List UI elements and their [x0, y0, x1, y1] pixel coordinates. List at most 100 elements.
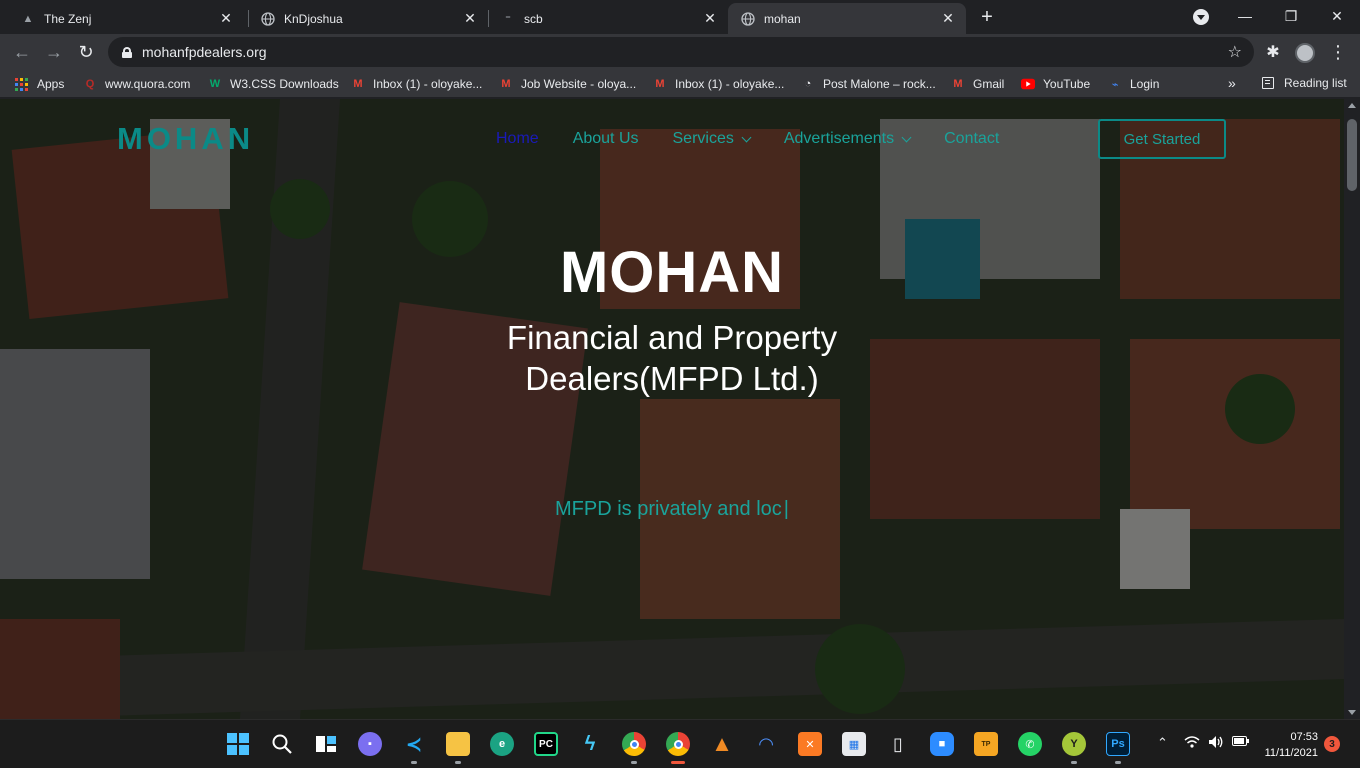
close-icon[interactable]: ✕ — [460, 9, 480, 29]
nav-advertisements[interactable]: Advertisements — [783, 130, 912, 148]
tab-title: mohan — [764, 11, 801, 26]
zenj-favicon: ▲ — [22, 12, 34, 25]
back-arrow-icon[interactable]: ← — [8, 38, 36, 66]
battery-icon[interactable] — [1232, 735, 1250, 750]
lock-icon[interactable] — [122, 46, 132, 58]
page-scrollbar[interactable] — [1344, 99, 1360, 719]
photoshop-icon[interactable]: Ps — [1106, 732, 1130, 756]
restore-button[interactable]: ❐ — [1268, 0, 1314, 32]
bookmark-quora[interactable]: Q www.quora.com — [83, 76, 191, 92]
close-icon[interactable]: ✕ — [216, 9, 236, 29]
bookmark-label: Login — [1130, 77, 1160, 91]
nav-label: Home — [496, 130, 539, 147]
bookmark-inbox-2[interactable]: M Inbox (1) - oloyake... — [653, 76, 784, 92]
tab-scb[interactable]: ⁼ scb ✕ — [488, 3, 728, 34]
scroll-down-arrow-icon[interactable] — [1348, 710, 1356, 715]
bookmark-post-malone[interactable]: ◔ Post Malone – rock... — [801, 76, 936, 92]
tab-kndjoshua[interactable]: KnDjoshua ✕ — [248, 3, 488, 34]
phone-link-icon[interactable]: ▯ — [886, 732, 910, 756]
file-explorer-icon[interactable] — [446, 732, 470, 756]
browser-toolbar: ← → ↻ mohanfpdealers.org ☆ ✱ ⋮ — [0, 34, 1360, 70]
bookmark-label: Post Malone – rock... — [823, 77, 936, 91]
login-icon: ⌁ — [1111, 78, 1119, 91]
minimize-button[interactable]: — — [1222, 0, 1268, 32]
android-icon[interactable]: Y — [1062, 732, 1086, 756]
nav-home[interactable]: Home — [496, 130, 539, 148]
xampp-icon[interactable]: ✕ — [798, 732, 822, 756]
bookmarks-overflow-button[interactable]: » — [1228, 75, 1236, 91]
store-icon[interactable]: ▦ — [842, 732, 866, 756]
bookmark-w3css[interactable]: W W3.CSS Downloads — [208, 76, 339, 92]
bookmark-label: W3.CSS Downloads — [230, 77, 339, 91]
new-tab-button[interactable]: + — [975, 5, 999, 29]
windows-start-icon[interactable] — [226, 732, 250, 756]
bookmark-login[interactable]: ⌁ Login — [1108, 76, 1160, 92]
get-started-button[interactable]: Get Started — [1098, 119, 1226, 159]
bookmark-label: www.quora.com — [105, 77, 191, 91]
running-indicator — [455, 761, 461, 764]
chat-icon[interactable]: ▪ — [358, 732, 382, 756]
pycharm-icon[interactable]: PC — [534, 732, 558, 756]
bookmark-gmail[interactable]: M Gmail — [951, 76, 1004, 92]
globe-icon — [740, 11, 756, 27]
typing-practice-icon[interactable]: TP — [974, 732, 998, 756]
menu-kebab-icon[interactable]: ⋮ — [1324, 38, 1352, 66]
chevron-up-icon[interactable]: ⌃ — [1157, 735, 1168, 751]
site-logo[interactable]: MOHAN — [117, 121, 254, 157]
whatsapp-icon[interactable]: ✆ — [1018, 732, 1042, 756]
reading-list-button[interactable]: Reading list — [1262, 76, 1347, 90]
main-navigation: Home About Us Services Advertisements Co… — [496, 130, 1033, 148]
close-icon[interactable]: ✕ — [700, 9, 720, 29]
nav-label: Contact — [944, 130, 1000, 147]
volume-icon[interactable] — [1208, 735, 1224, 752]
nav-about-us[interactable]: About Us — [573, 130, 639, 148]
wifi-tool-icon[interactable]: ◠ — [754, 732, 778, 756]
nav-label: Services — [672, 130, 734, 147]
active-indicator — [671, 761, 685, 764]
edge-icon[interactable]: e — [490, 732, 514, 756]
url-text[interactable]: mohanfpdealers.org — [142, 44, 267, 60]
search-icon[interactable] — [270, 732, 294, 756]
nav-label: Advertisements — [783, 130, 895, 147]
flutter-icon[interactable]: ϟ — [578, 732, 602, 756]
bookmark-apps[interactable]: Apps — [15, 76, 64, 92]
system-clock[interactable]: 07:53 11/11/2021 — [1262, 729, 1318, 761]
tab-search-icon[interactable] — [1193, 9, 1209, 25]
chevron-down-icon — [741, 132, 752, 142]
tab-the-zenj[interactable]: ▲ The Zenj ✕ — [8, 3, 244, 34]
reload-icon[interactable]: ↻ — [72, 38, 100, 66]
scrollbar-thumb[interactable] — [1347, 119, 1357, 191]
clock-time: 07:53 — [1290, 731, 1318, 743]
close-icon[interactable]: ✕ — [938, 9, 958, 29]
address-bar[interactable]: mohanfpdealers.org ☆ — [108, 37, 1254, 67]
typed-text: MFPD is privately and loc — [555, 498, 782, 520]
tab-mohan[interactable]: mohan ✕ — [728, 3, 966, 34]
nav-contact[interactable]: Contact — [944, 130, 999, 148]
wifi-icon[interactable] — [1184, 735, 1200, 752]
tab-title: The Zenj — [44, 11, 92, 26]
quora-icon: Q — [85, 78, 95, 90]
profile-avatar[interactable] — [1295, 43, 1315, 63]
chrome-icon[interactable] — [622, 732, 646, 756]
notification-badge[interactable]: 3 — [1324, 736, 1340, 752]
hero-subtitle: Financial and Property Dealers(MFPD Ltd.… — [506, 319, 838, 397]
zoom-icon[interactable]: ■ — [930, 732, 954, 756]
vscode-icon[interactable]: ≺ — [402, 732, 426, 756]
extensions-puzzle-icon[interactable]: ✱ — [1259, 38, 1287, 66]
bookmark-label: YouTube — [1043, 77, 1091, 91]
forward-arrow-icon[interactable]: → — [40, 38, 68, 66]
task-view-icon[interactable] — [314, 732, 338, 756]
chrome-profile-icon[interactable] — [666, 732, 690, 756]
chevron-down-icon — [901, 132, 912, 142]
bookmark-inbox-1[interactable]: M Inbox (1) - oloyake... — [351, 76, 482, 92]
nav-services[interactable]: Services — [672, 130, 752, 148]
running-indicator — [631, 761, 637, 764]
gmail-icon: M — [953, 78, 963, 90]
window-close-button[interactable]: ✕ — [1314, 0, 1360, 32]
scroll-up-arrow-icon[interactable] — [1348, 103, 1356, 108]
youtube-icon — [1021, 77, 1035, 91]
vlc-icon[interactable]: ▲ — [710, 731, 734, 756]
bookmark-youtube[interactable]: YouTube — [1021, 76, 1090, 92]
bookmark-job-website[interactable]: M Job Website - oloya... — [499, 76, 636, 92]
bookmark-star-icon[interactable]: ☆ — [1228, 42, 1242, 62]
